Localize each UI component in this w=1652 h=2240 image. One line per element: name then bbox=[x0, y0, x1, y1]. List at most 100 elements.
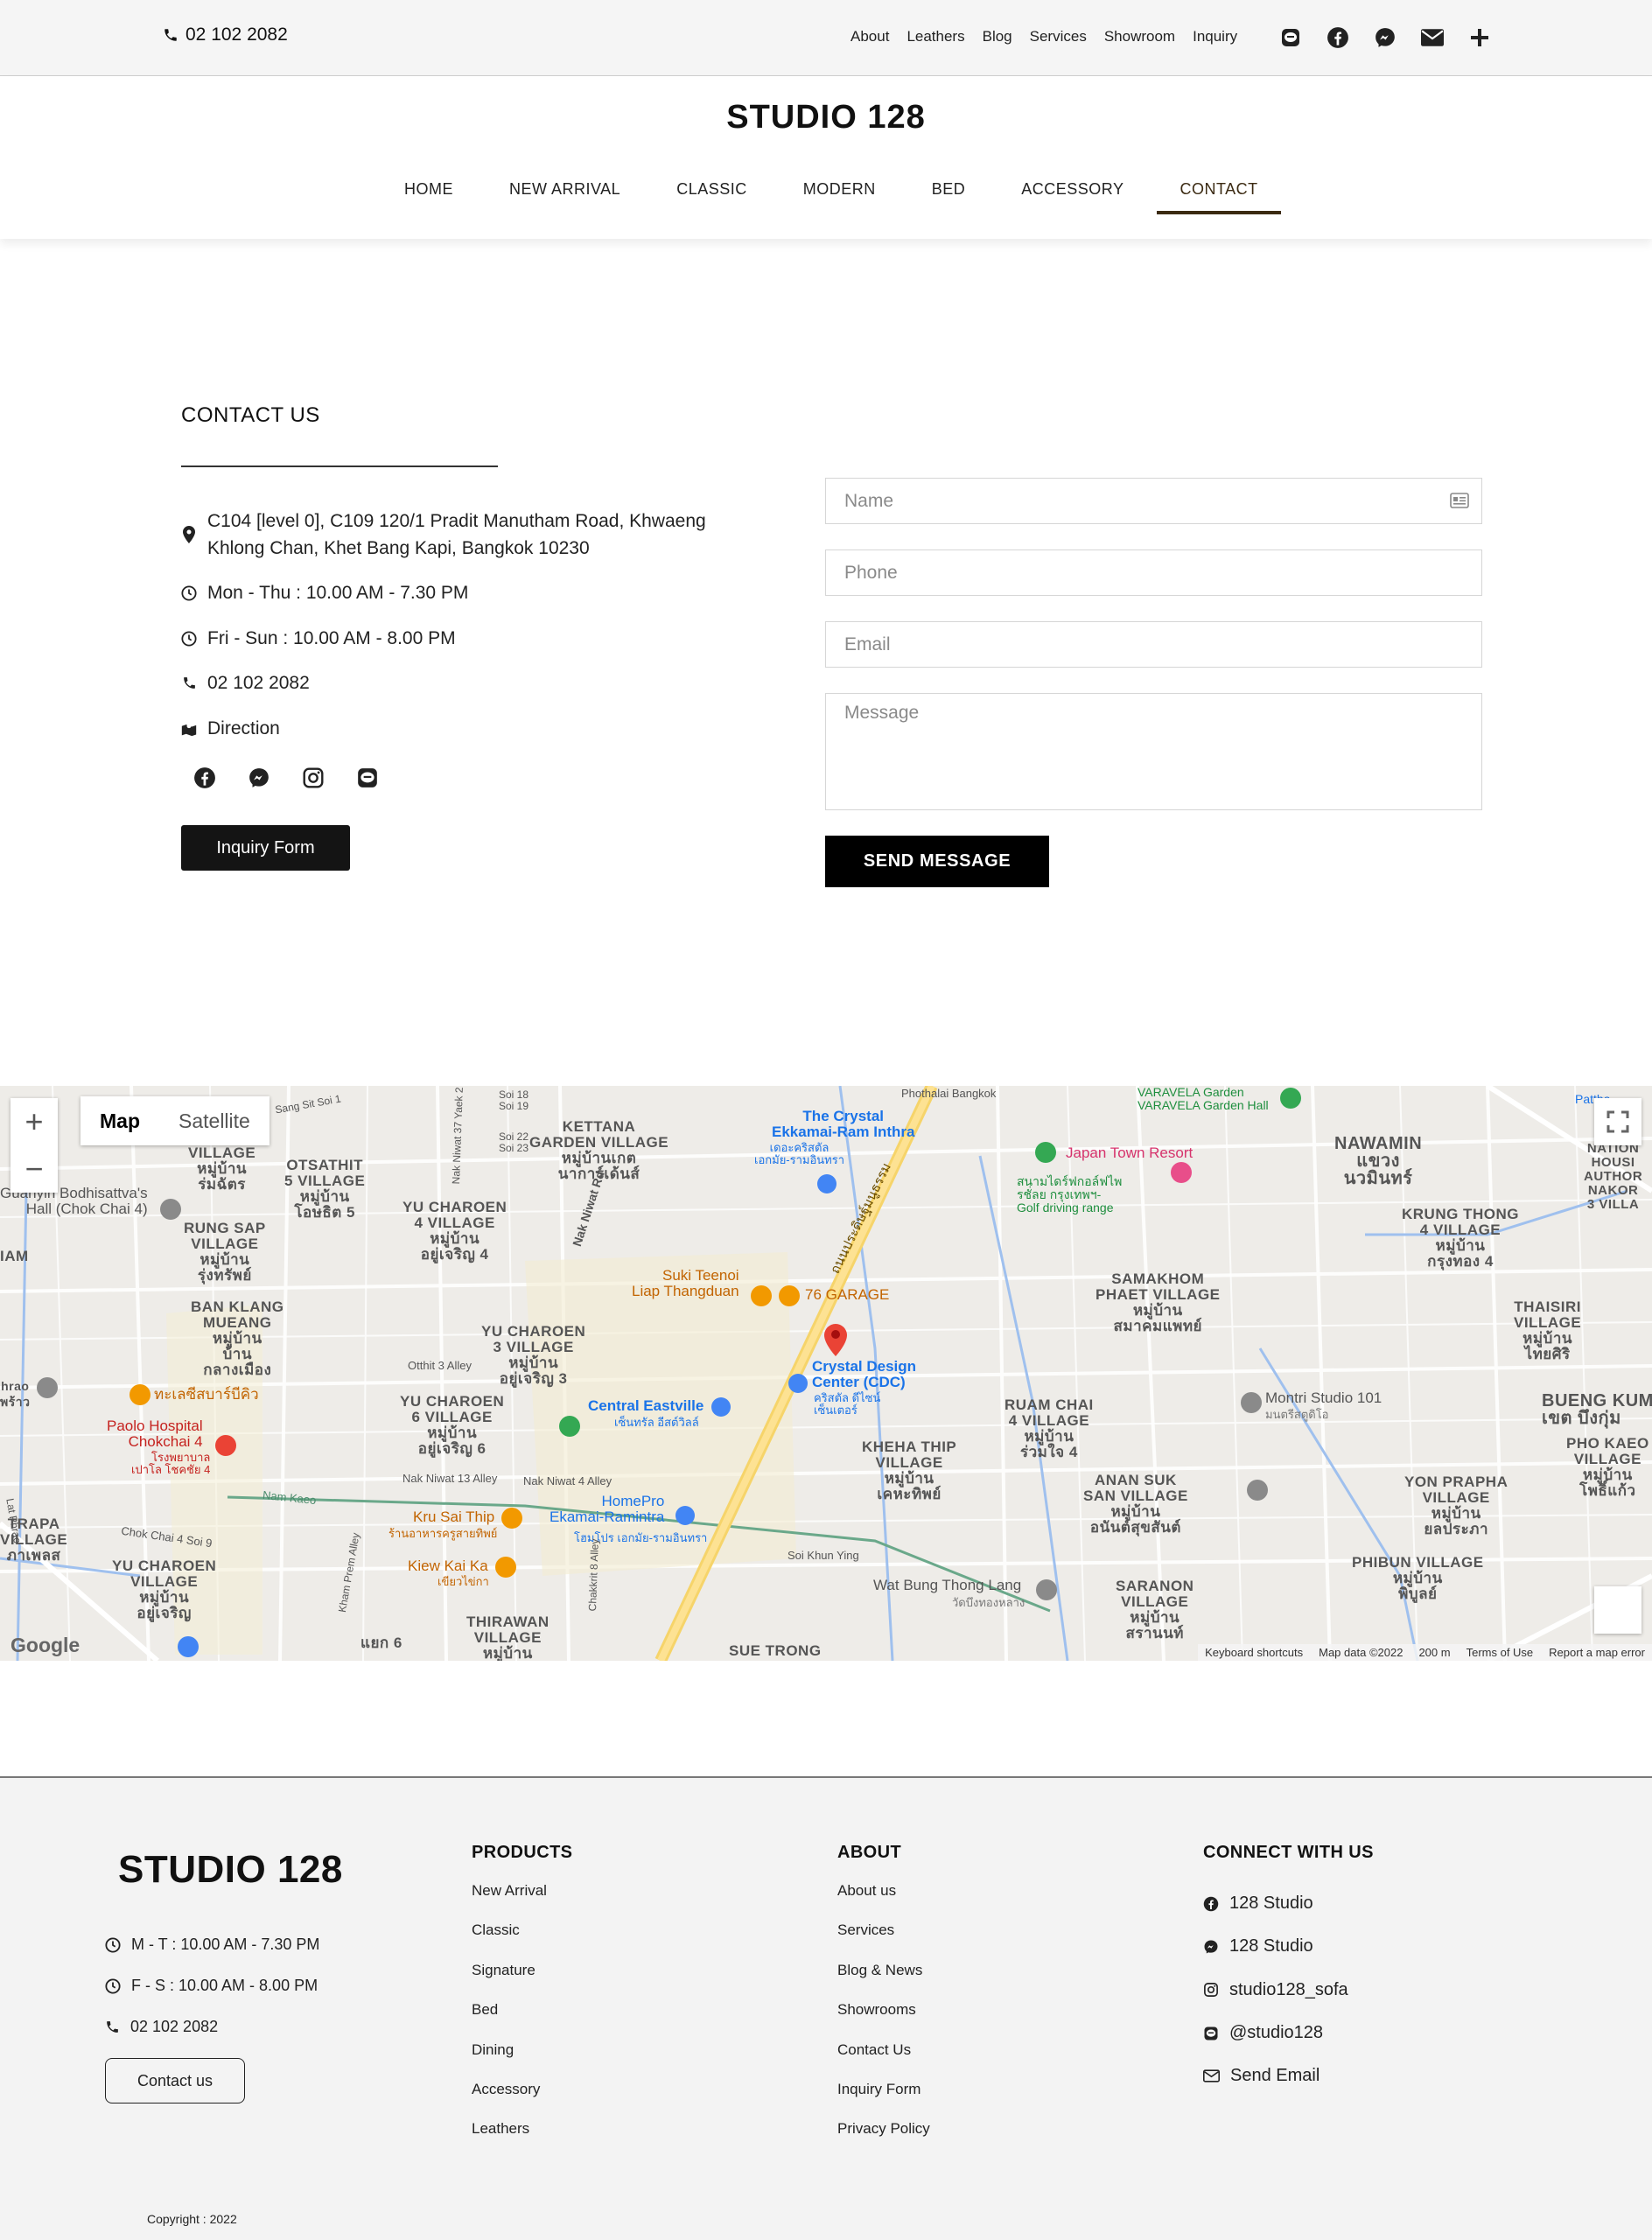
footer-email-link[interactable]: Send Email bbox=[1203, 2054, 1374, 2097]
footer-link-services[interactable]: Services bbox=[837, 1922, 930, 1961]
footer-phone[interactable]: 02 102 2082 bbox=[105, 2018, 218, 2036]
footer-logo[interactable]: STUDIO 128 bbox=[118, 1848, 343, 1892]
nav-modern[interactable]: MODERN bbox=[803, 180, 876, 211]
poi-crystal[interactable]: The Crystal Ekkamai-Ram Inthra bbox=[772, 1109, 914, 1140]
instagram-icon[interactable] bbox=[300, 765, 326, 791]
top-link-showroom[interactable]: Showroom bbox=[1104, 28, 1175, 46]
poi-seafood[interactable]: ทะเลซีสบาร์บีคิว bbox=[154, 1387, 259, 1403]
nav-bed[interactable]: BED bbox=[932, 180, 966, 211]
road-label-soi22: Soi 22 Soi 23 bbox=[499, 1130, 529, 1154]
footer-link-bed[interactable]: Bed bbox=[472, 2001, 572, 2040]
footer-link-new-arrival[interactable]: New Arrival bbox=[472, 1882, 572, 1922]
footer-line-link[interactable]: @studio128 bbox=[1203, 2012, 1374, 2054]
top-icons bbox=[1278, 24, 1493, 51]
footer-link-classic[interactable]: Classic bbox=[472, 1922, 572, 1961]
road-label-chakkrit: Chakkrit 8 Alley bbox=[585, 1538, 601, 1612]
terms-link[interactable]: Terms of Use bbox=[1466, 1646, 1534, 1659]
top-link-blog[interactable]: Blog bbox=[983, 28, 1012, 46]
top-link-services[interactable]: Services bbox=[1030, 28, 1087, 46]
poi-cdc[interactable]: Crystal Design Center (CDC) bbox=[812, 1359, 916, 1390]
map-attribution: Keyboard shortcuts Map data ©2022 200 m … bbox=[1198, 1644, 1652, 1661]
top-link-leathers[interactable]: Leathers bbox=[906, 28, 964, 46]
poi-varavela[interactable]: VARAVELA Garden VARAVELA Garden Hall bbox=[1138, 1086, 1269, 1112]
poi-cdc-th: คริสตัล ดีไซน์ เซ็นเตอร์ bbox=[814, 1391, 881, 1417]
google-map[interactable]: KETTANA GARDEN VILLAGE หมู่บ้านเกต นาการ… bbox=[0, 1086, 1652, 1661]
line-icon[interactable] bbox=[354, 765, 381, 791]
map-label-samakhom: SAMAKHOM PHAET VILLAGE หมู่บ้าน สมาคมแพท… bbox=[1096, 1270, 1221, 1334]
top-link-about[interactable]: About bbox=[850, 28, 889, 46]
footer-link-blog-news[interactable]: Blog & News bbox=[837, 1962, 930, 2001]
nav-classic[interactable]: CLASSIC bbox=[676, 180, 747, 211]
nav-accessory[interactable]: ACCESSORY bbox=[1021, 180, 1124, 211]
road-label-khunying: Soi Khun Ying bbox=[788, 1549, 859, 1562]
top-phone[interactable]: 02 102 2082 bbox=[163, 24, 288, 46]
footer-link-leathers[interactable]: Leathers bbox=[472, 2120, 572, 2160]
poi-suki[interactable]: Suki Teenoi Liap Thangduan bbox=[632, 1268, 739, 1299]
footer-messenger-link[interactable]: 128 Studio bbox=[1203, 1925, 1374, 1968]
line-icon[interactable] bbox=[1278, 24, 1304, 51]
messenger-icon[interactable] bbox=[246, 765, 272, 791]
poi-montri[interactable]: Montri Studio 101 bbox=[1265, 1390, 1382, 1406]
messenger-icon[interactable] bbox=[1372, 24, 1398, 51]
phone-field[interactable]: Phone bbox=[825, 550, 1482, 596]
poi-homepro[interactable]: HomePro Ekamai-Ramintra bbox=[550, 1494, 664, 1525]
footer-link-accessory[interactable]: Accessory bbox=[472, 2081, 572, 2120]
map-type-satellite[interactable]: Satellite bbox=[159, 1096, 270, 1145]
keyboard-shortcuts-link[interactable]: Keyboard shortcuts bbox=[1205, 1646, 1303, 1659]
footer-link-showrooms[interactable]: Showrooms bbox=[837, 2001, 930, 2040]
address-row: C104 [level 0], C109 120/1 Pradit Manuth… bbox=[181, 508, 706, 562]
contact-divider bbox=[181, 466, 498, 467]
direction-link[interactable]: Direction bbox=[181, 715, 280, 742]
footer-about: ABOUT About us Services Blog & News Show… bbox=[837, 1843, 930, 2160]
poi-garage[interactable]: 76 GARAGE bbox=[805, 1287, 889, 1303]
send-message-button[interactable]: SEND MESSAGE bbox=[825, 836, 1049, 887]
footer-link-signature[interactable]: Signature bbox=[472, 1962, 572, 2001]
inquiry-form-button[interactable]: Inquiry Form bbox=[181, 825, 350, 871]
site-footer: STUDIO 128 bbox=[0, 1776, 1652, 2240]
hours-weekday: Mon - Thu : 10.00 AM - 7.30 PM bbox=[207, 583, 469, 603]
poi-eastville[interactable]: Central Eastville bbox=[588, 1398, 704, 1414]
footer-facebook-label: 128 Studio bbox=[1229, 1894, 1313, 1914]
facebook-icon[interactable] bbox=[192, 765, 218, 791]
report-error-link[interactable]: Report a map error bbox=[1549, 1646, 1645, 1659]
map-label-phokaew: PHO KAEO VILLAGE หมู่บ้าน โพธิ์แก้ว bbox=[1566, 1435, 1649, 1499]
street-view-control[interactable] bbox=[1594, 1586, 1642, 1634]
map-label-yu-village: YU CHAROEN VILLAGE หมู่บ้าน อยู่เจริญ bbox=[112, 1558, 217, 1621]
nav-contact[interactable]: CONTACT bbox=[1157, 180, 1281, 214]
site-logo[interactable]: STUDIO 128 bbox=[0, 99, 1652, 136]
footer-contact-button[interactable]: Contact us bbox=[105, 2058, 245, 2104]
message-field[interactable]: Message bbox=[825, 693, 1482, 810]
footer-link-privacy[interactable]: Privacy Policy bbox=[837, 2120, 930, 2160]
poi-kru[interactable]: Kru Sai Thip bbox=[413, 1509, 494, 1525]
facebook-icon[interactable] bbox=[1325, 24, 1351, 51]
poi-paolo[interactable]: Paolo Hospital Chokchai 4 bbox=[107, 1418, 203, 1450]
map-type-map[interactable]: Map bbox=[80, 1096, 159, 1145]
footer-instagram-link[interactable]: studio128_sofa bbox=[1203, 1969, 1374, 2012]
footer-link-inquiry-form[interactable]: Inquiry Form bbox=[837, 2081, 930, 2120]
poi-japantown[interactable]: Japan Town Resort bbox=[1066, 1145, 1193, 1161]
footer-link-dining[interactable]: Dining bbox=[472, 2041, 572, 2081]
email-field[interactable]: Email bbox=[825, 621, 1482, 668]
map-scale[interactable]: 200 m bbox=[1418, 1646, 1450, 1659]
poi-golf[interactable]: สนามไดร์ฟกอล์ฟไพ รชั่ลย กรุงเทพฯ- Golf d… bbox=[1017, 1175, 1122, 1214]
name-field[interactable]: Name bbox=[825, 478, 1482, 524]
footer-link-contact-us[interactable]: Contact Us bbox=[837, 2041, 930, 2081]
phone-row[interactable]: 02 102 2082 bbox=[181, 669, 310, 696]
poi-kiew[interactable]: Kiew Kai Ka bbox=[408, 1558, 488, 1574]
fullscreen-icon[interactable] bbox=[1594, 1098, 1642, 1145]
top-phone-text: 02 102 2082 bbox=[186, 24, 288, 45]
footer-link-about-us[interactable]: About us bbox=[837, 1882, 930, 1922]
nav-new-arrival[interactable]: NEW ARRIVAL bbox=[509, 180, 620, 211]
zoom-in-button[interactable]: + bbox=[10, 1098, 58, 1145]
footer-facebook-link[interactable]: 128 Studio bbox=[1203, 1882, 1374, 1925]
nav-home[interactable]: HOME bbox=[404, 180, 453, 211]
zoom-out-button[interactable]: − bbox=[10, 1145, 58, 1193]
plus-icon[interactable] bbox=[1466, 24, 1493, 51]
top-link-inquiry[interactable]: Inquiry bbox=[1193, 28, 1237, 46]
poi-kru-th: ร้านอาหารครูสายทิพย์ bbox=[388, 1527, 498, 1540]
top-links: About Leathers Blog Services Showroom In… bbox=[850, 28, 1237, 46]
poi-watbung[interactable]: Wat Bung Thong Lang bbox=[873, 1578, 1021, 1593]
contact-phone: 02 102 2082 bbox=[207, 673, 310, 693]
facebook-icon bbox=[1203, 1896, 1219, 1911]
email-icon[interactable] bbox=[1419, 24, 1446, 51]
